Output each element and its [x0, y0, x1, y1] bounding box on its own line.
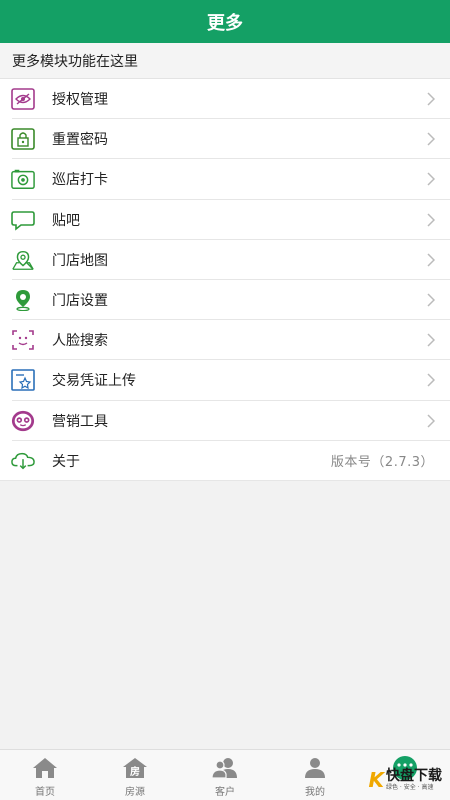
- menu-item-label: 交易凭证上传: [52, 373, 136, 390]
- map-pin-icon: [11, 248, 35, 272]
- section-title: 更多模块功能在这里: [0, 43, 450, 79]
- menu-item-label: 授权管理: [52, 92, 108, 109]
- watermark-k-icon: K: [368, 768, 385, 792]
- cloud-download-icon: [11, 449, 35, 473]
- menu-item-store-map[interactable]: 门店地图: [0, 240, 450, 281]
- menu-item-label: 巡店打卡: [52, 172, 108, 189]
- menu-item-label: 门店设置: [52, 293, 108, 310]
- menu-item-forum[interactable]: 贴吧: [0, 200, 450, 240]
- menu-item-reset-password[interactable]: 重置密码: [0, 119, 450, 160]
- watermark-logo: K 快盘下载 绿色 · 安全 · 高速: [369, 768, 443, 792]
- menu-item-label: 门店地图: [52, 252, 108, 269]
- menu-item-store-checkin[interactable]: 巡店打卡: [0, 159, 450, 200]
- menu-item-authorization[interactable]: 授权管理: [0, 79, 450, 120]
- location-settings-icon: [11, 288, 35, 312]
- tab-home[interactable]: 首页: [0, 750, 90, 800]
- home-icon: [31, 755, 59, 781]
- tab-label: 首页: [35, 787, 55, 798]
- tab-label: 我的: [305, 787, 325, 798]
- menu-item-label: 关于: [52, 453, 80, 470]
- chevron-right-icon: [422, 333, 440, 347]
- menu-item-voucher-upload[interactable]: 交易凭证上传: [0, 360, 450, 401]
- page-title: 更多: [207, 12, 243, 34]
- version-text: 版本号（2.7.3）: [330, 455, 434, 471]
- chevron-right-icon: [422, 253, 440, 267]
- face-scan-icon: [11, 328, 35, 352]
- tab-profile[interactable]: 我的: [270, 750, 360, 800]
- app-header: 更多: [0, 0, 450, 43]
- menu-list: 授权管理 重置密码 巡店打卡 贴吧 门店地图 门店设置 人脸搜索 交易凭证上传 …: [0, 79, 450, 482]
- menu-item-label: 人脸搜索: [52, 333, 108, 350]
- eye-off-icon: [11, 87, 35, 111]
- chat-bubble-icon: [11, 208, 35, 232]
- section-title-text: 更多模块功能在这里: [12, 53, 138, 70]
- profile-icon: [301, 755, 329, 781]
- tab-customers[interactable]: 客户: [180, 750, 270, 800]
- tab-listings[interactable]: 房 房源: [90, 750, 180, 800]
- menu-item-marketing-tools[interactable]: 营销工具: [0, 401, 450, 441]
- menu-item-label: 贴吧: [52, 212, 80, 229]
- menu-item-store-settings[interactable]: 门店设置: [0, 280, 450, 321]
- chevron-right-icon: [422, 373, 440, 387]
- customers-icon: [211, 755, 239, 781]
- chevron-right-icon: [422, 92, 440, 106]
- menu-item-label: 营销工具: [52, 413, 108, 430]
- camera-icon: [11, 167, 35, 191]
- menu-item-about[interactable]: 关于 版本号（2.7.3）: [0, 441, 450, 482]
- chevron-right-icon: [422, 414, 440, 428]
- marketing-icon: [11, 409, 35, 433]
- watermark-text: 快盘下载 绿色 · 安全 · 高速: [386, 768, 442, 792]
- chevron-right-icon: [422, 172, 440, 186]
- chevron-right-icon: [422, 213, 440, 227]
- upload-star-icon: [11, 368, 35, 392]
- tab-label: 房源: [125, 787, 145, 798]
- chevron-right-icon: [422, 293, 440, 307]
- lock-icon: [11, 127, 35, 151]
- watermark-main: 快盘下载: [386, 768, 442, 784]
- house-icon: 房: [121, 755, 149, 781]
- watermark-sub: 绿色 · 安全 · 高速: [386, 784, 434, 791]
- house-icon-glyph: 房: [130, 767, 140, 778]
- menu-item-label: 重置密码: [52, 132, 108, 149]
- menu-item-face-search[interactable]: 人脸搜索: [0, 320, 450, 361]
- chevron-right-icon: [422, 132, 440, 146]
- tab-label: 客户: [215, 787, 235, 798]
